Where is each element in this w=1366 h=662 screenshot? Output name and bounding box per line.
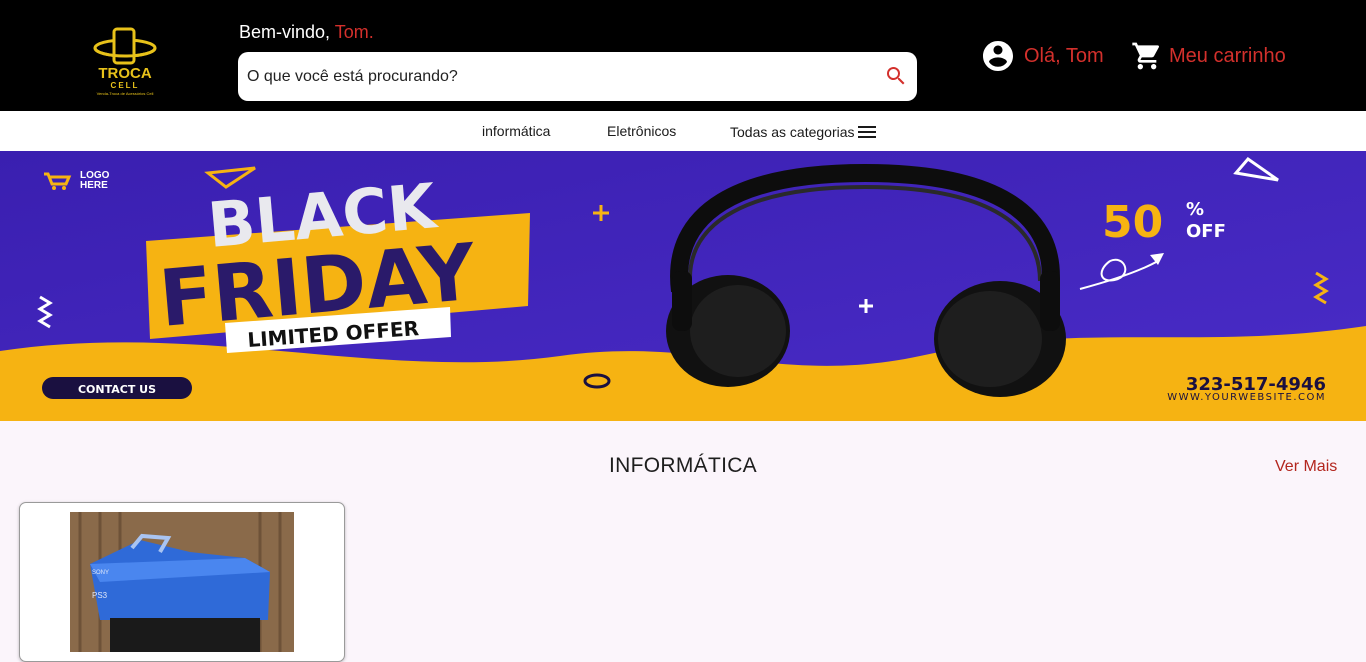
logo-title: TROCA	[98, 65, 151, 82]
cart-button[interactable]: Meu carrinho	[1131, 40, 1286, 72]
discount-off: OFF	[1186, 221, 1226, 242]
contact-us-label: CONTACT US	[78, 383, 156, 396]
shopping-cart-icon	[1132, 42, 1160, 70]
product-image: SONY PS3	[70, 512, 294, 652]
welcome-text: Bem-vindo,	[239, 22, 331, 42]
banner-logo-text-2: HERE	[80, 180, 108, 191]
cart-label: Meu carrinho	[1169, 44, 1286, 67]
search-input[interactable]	[247, 52, 867, 101]
search-bar	[238, 52, 917, 101]
see-more-link[interactable]: Ver Mais	[1275, 458, 1337, 476]
top-header: TROCA CELL Venda-Troca de Acessórios Cel…	[0, 0, 1366, 111]
menu-icon	[857, 126, 876, 138]
nav-item-eletronicos[interactable]: Eletrônicos	[607, 123, 676, 139]
welcome-name: Tom.	[334, 22, 374, 42]
black-friday-banner[interactable]: LOGO HERE BLACK FRIDAY LIMITED OFFER CON…	[0, 151, 1366, 421]
account-circle-icon	[983, 41, 1013, 71]
product-brand: SONY	[92, 570, 109, 576]
user-account-button[interactable]: Olá, Tom	[980, 38, 1104, 74]
user-greeting: Olá, Tom	[1024, 44, 1104, 67]
category-nav: informática Eletrônicos Todas as categor…	[0, 111, 1366, 151]
logo-tagline: Venda-Troca de Acessórios Cell	[97, 91, 154, 96]
banner-website: WWW.YOURWEBSITE.COM	[1167, 392, 1326, 403]
discount-percent: %	[1186, 199, 1204, 220]
welcome-message: Bem-vindo, Tom.	[239, 22, 374, 43]
troca-cell-logo[interactable]: TROCA CELL Venda-Troca de Acessórios Cel…	[88, 26, 162, 98]
nav-item-informatica[interactable]: informática	[482, 123, 550, 139]
product-card[interactable]: SONY PS3	[19, 502, 345, 662]
discount-value: 50	[1102, 197, 1163, 248]
logo-subtitle: CELL	[111, 81, 140, 90]
product-model: PS3	[92, 591, 108, 600]
search-icon[interactable]	[884, 64, 908, 88]
all-categories-button[interactable]: Todas as categorias	[730, 120, 879, 144]
all-categories-label: Todas as categorias	[730, 124, 855, 140]
section-title: INFORMÁTICA	[609, 454, 757, 477]
